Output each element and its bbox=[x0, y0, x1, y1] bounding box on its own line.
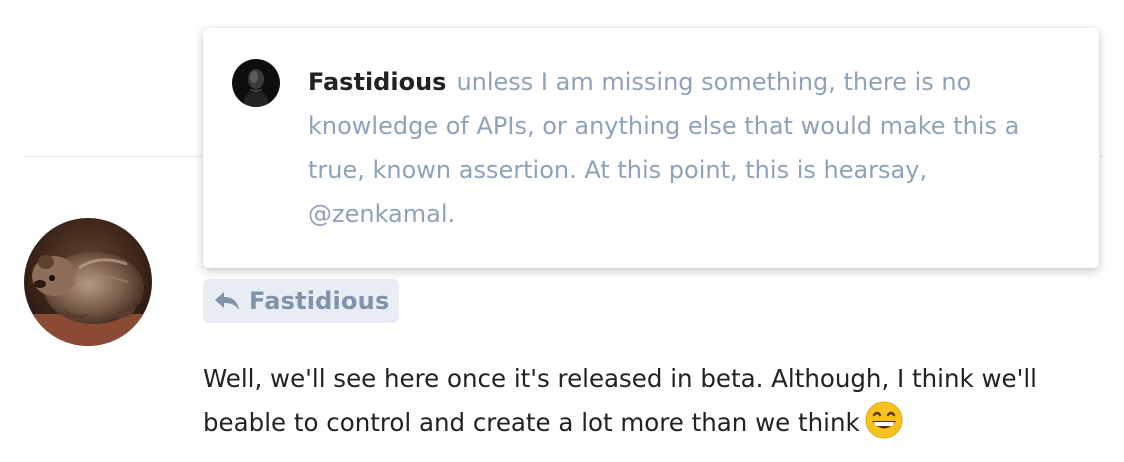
post-body-text: Well, we'll see here once it's released … bbox=[203, 364, 1037, 437]
topic-post-area: Fastidious Well, we'll see here once it'… bbox=[0, 0, 1124, 462]
quoted-post-popup[interactable]: Fastidious unless I am missing something,… bbox=[203, 28, 1099, 268]
quote-avatar-image bbox=[232, 59, 280, 107]
grinning-face-emoji-icon bbox=[864, 400, 904, 440]
user-avatar[interactable] bbox=[24, 218, 152, 346]
avatar-image bbox=[24, 218, 152, 346]
quote-author-name[interactable]: Fastidious bbox=[308, 68, 446, 96]
reply-to-chip[interactable]: Fastidious bbox=[203, 279, 400, 323]
quote-author-avatar[interactable] bbox=[232, 59, 280, 107]
post-body: Well, we'll see here once it's released … bbox=[203, 358, 1103, 444]
reply-arrow-icon bbox=[213, 289, 241, 313]
reply-to-username: Fastidious bbox=[249, 287, 390, 315]
quote-content: Fastidious unless I am missing something,… bbox=[308, 60, 1048, 236]
